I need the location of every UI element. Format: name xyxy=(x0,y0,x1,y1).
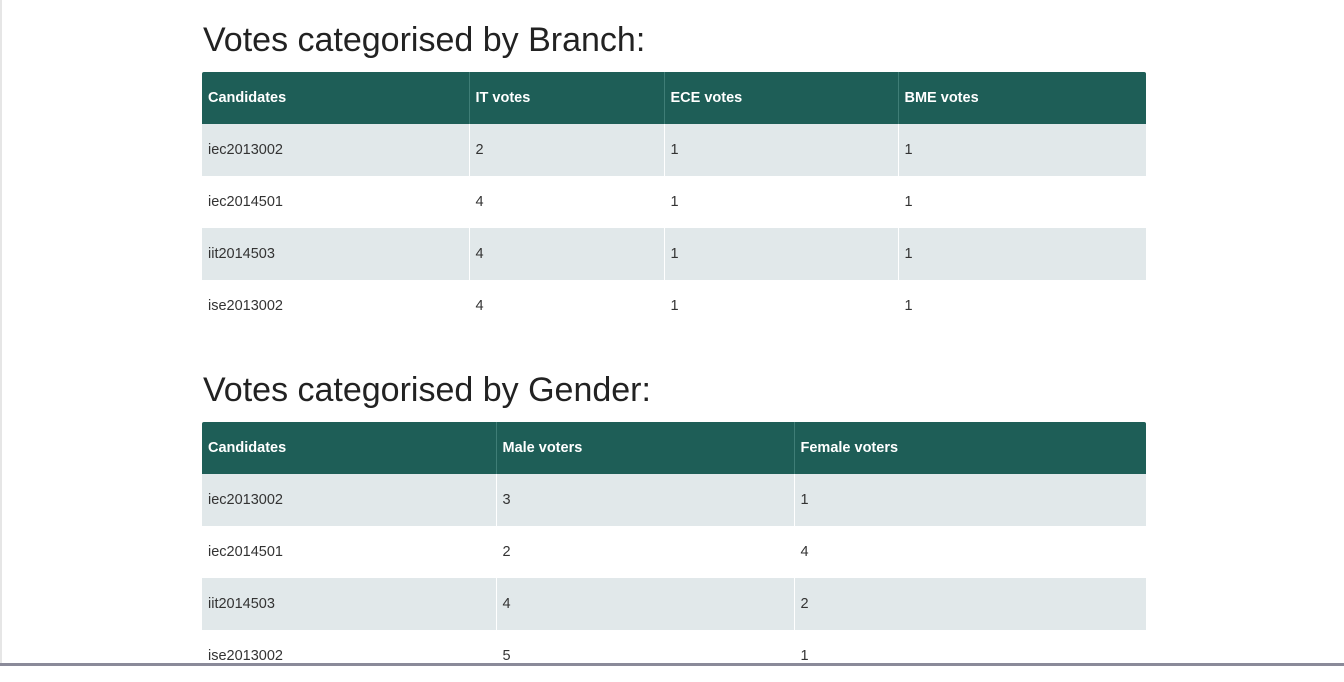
table-row: iec2014501 4 1 1 xyxy=(202,176,1146,228)
column-header-candidates: Candidates xyxy=(202,422,496,474)
candidate-cell: iec2014501 xyxy=(202,176,469,228)
it-votes-cell: 4 xyxy=(468,176,664,228)
table-row: iit2014503 4 2 xyxy=(202,578,1146,630)
male-voters-cell: 3 xyxy=(495,474,794,526)
it-votes-cell: 4 xyxy=(468,228,664,280)
column-header-female-voters: Female voters xyxy=(793,422,1146,474)
bme-votes-cell: 1 xyxy=(897,228,1146,280)
ece-votes-cell: 1 xyxy=(663,124,898,176)
candidate-cell: iit2014503 xyxy=(202,578,496,630)
table-row: ise2013002 5 1 xyxy=(202,630,1146,682)
branch-votes-table: Candidates IT votes ECE votes BME votes … xyxy=(202,72,1146,332)
male-voters-cell: 4 xyxy=(495,578,794,630)
male-voters-cell: 2 xyxy=(495,526,794,578)
gender-votes-table: Candidates Male voters Female voters iec… xyxy=(202,422,1146,682)
candidate-cell: ise2013002 xyxy=(202,280,469,332)
branch-section-title: Votes categorised by Branch: xyxy=(203,21,646,59)
table-header-row: Candidates Male voters Female voters xyxy=(202,422,1146,474)
it-votes-cell: 4 xyxy=(468,280,664,332)
column-header-candidates: Candidates xyxy=(202,72,469,124)
column-header-male-voters: Male voters xyxy=(495,422,794,474)
gender-section-title: Votes categorised by Gender: xyxy=(203,371,651,409)
candidate-cell: iit2014503 xyxy=(202,228,469,280)
female-voters-cell: 1 xyxy=(793,630,1146,682)
column-header-it-votes: IT votes xyxy=(468,72,664,124)
female-voters-cell: 1 xyxy=(793,474,1146,526)
table-header-row: Candidates IT votes ECE votes BME votes xyxy=(202,72,1146,124)
table-row: iec2014501 2 4 xyxy=(202,526,1146,578)
candidate-cell: iec2013002 xyxy=(202,124,469,176)
candidate-cell: ise2013002 xyxy=(202,630,496,682)
column-header-bme-votes: BME votes xyxy=(897,72,1146,124)
candidate-cell: iec2013002 xyxy=(202,474,496,526)
female-voters-cell: 4 xyxy=(793,526,1146,578)
table-row: iit2014503 4 1 1 xyxy=(202,228,1146,280)
it-votes-cell: 2 xyxy=(468,124,664,176)
ece-votes-cell: 1 xyxy=(663,228,898,280)
bme-votes-cell: 1 xyxy=(897,124,1146,176)
window-left-edge xyxy=(0,0,2,666)
table-row: iec2013002 3 1 xyxy=(202,474,1146,526)
candidate-cell: iec2014501 xyxy=(202,526,496,578)
male-voters-cell: 5 xyxy=(495,630,794,682)
female-voters-cell: 2 xyxy=(793,578,1146,630)
ece-votes-cell: 1 xyxy=(663,280,898,332)
bme-votes-cell: 1 xyxy=(897,176,1146,228)
table-row: ise2013002 4 1 1 xyxy=(202,280,1146,332)
column-header-ece-votes: ECE votes xyxy=(663,72,898,124)
ece-votes-cell: 1 xyxy=(663,176,898,228)
bme-votes-cell: 1 xyxy=(897,280,1146,332)
table-row: iec2013002 2 1 1 xyxy=(202,124,1146,176)
